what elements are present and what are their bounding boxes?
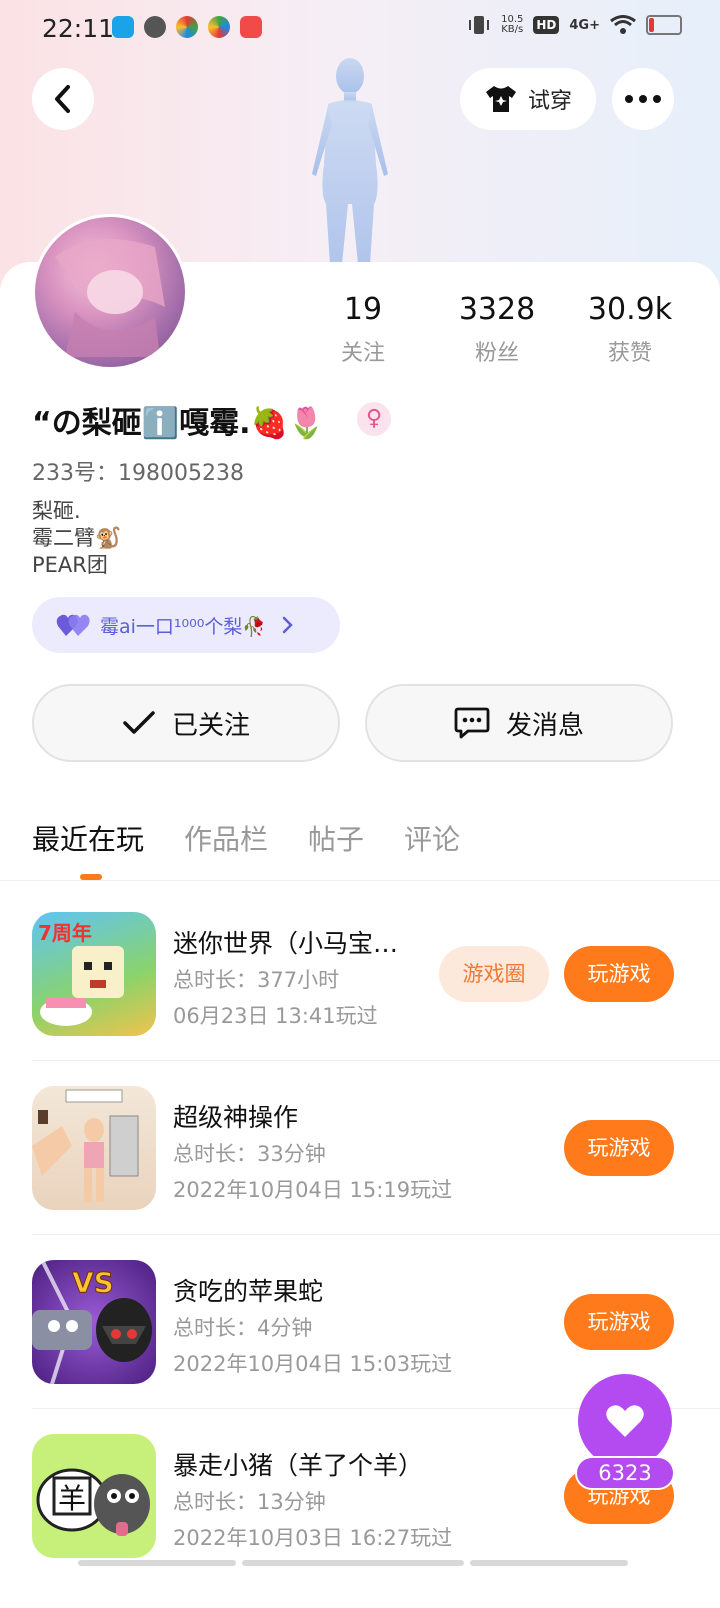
profile-name: “の梨砸ℹ️嘎霉.🍓🌷 (32, 406, 326, 441)
bio-line: 霉二臂🐒 (32, 526, 122, 550)
game-icon-image (32, 1089, 139, 1202)
play-game-button[interactable]: 玩游戏 (564, 1294, 674, 1350)
app-icon (208, 16, 230, 38)
chat-icon (454, 707, 490, 739)
stat-following[interactable]: 19 关注 (303, 292, 423, 367)
game-duration: 总时长：4分钟 (173, 1316, 313, 1340)
qq-icon (112, 16, 134, 38)
chevron-left-icon (55, 85, 70, 113)
game-icon-image: VS (32, 1260, 152, 1384)
game-last-played: 2022年10月03日 16:27玩过 (173, 1526, 453, 1550)
signal-icon: 4G+ (569, 17, 600, 33)
bio-line: PEAR团 (32, 553, 108, 577)
stat-value: 19 (343, 292, 383, 327)
list-item[interactable]: 超级神操作 总时长：33分钟 2022年10月04日 15:19玩过 玩游戏 (32, 1086, 720, 1260)
game-last-played: 06月23日 13:41玩过 (173, 1004, 378, 1028)
game-duration: 总时长：377小时 (173, 968, 340, 992)
try-on-label: 试穿 (527, 89, 572, 114)
tab-comments[interactable]: 评论 (404, 818, 460, 858)
stat-value: 30.9k (587, 292, 673, 327)
wifi-icon (610, 15, 636, 34)
avatar-image (55, 239, 165, 357)
profile-tabs: 最近在玩 作品栏 帖子 评论 (32, 818, 460, 858)
list-item[interactable]: 7周年 迷你世界（小马宝… 总时长：377小时 06月23日 13:41玩过 游… (32, 912, 720, 1086)
game-icon-image: 7周年 (38, 921, 124, 1026)
row-divider (32, 1060, 720, 1061)
tabs-divider (0, 880, 720, 881)
stat-value: 3328 (458, 292, 536, 327)
sheep-char-text: 羊 (58, 1482, 86, 1515)
vibrate-icon (469, 16, 490, 34)
like-button[interactable] (578, 1374, 672, 1468)
send-message-button[interactable]: 发消息 (365, 684, 673, 762)
followed-label: 已关注 (171, 710, 250, 741)
game-icon-super-operation (32, 1086, 156, 1210)
anniversary-text: 7周年 (38, 921, 92, 945)
profile-id: 233号：198005238 (32, 461, 244, 486)
battery-icon (646, 15, 682, 35)
chevron-right-icon (282, 616, 293, 634)
game-circle-button[interactable]: 游戏圈 (439, 946, 549, 1002)
more-icon (625, 95, 661, 103)
like-count: 6323 (575, 1456, 675, 1490)
game-title: 贪吃的苹果蛇 (173, 1277, 324, 1306)
app-icon (144, 16, 166, 38)
game-title: 超级神操作 (173, 1103, 299, 1132)
hd-icon: HD (533, 16, 560, 34)
heart-icon (606, 1405, 644, 1437)
avatar[interactable] (32, 214, 188, 370)
tab-recently-played[interactable]: 最近在玩 (32, 818, 144, 858)
bio-line: 梨砸. (32, 499, 81, 523)
bottom-scroll-indicator (78, 1560, 628, 1566)
game-title: 迷你世界（小马宝… (173, 929, 399, 958)
stat-likes[interactable]: 30.9k 获赞 (570, 292, 690, 367)
double-heart-icon (56, 614, 90, 636)
cp-tag-pill[interactable]: 霉ai一口¹⁰⁰⁰个梨🥀 (32, 597, 340, 653)
followed-button[interactable]: 已关注 (32, 684, 340, 762)
game-icon-image: 羊 (36, 1468, 150, 1536)
profile-bio: 梨砸. 霉二臂🐒 PEAR团 (32, 498, 121, 579)
try-on-button[interactable]: 试穿 (460, 68, 596, 130)
tab-posts[interactable]: 帖子 (308, 818, 364, 858)
tshirt-icon (485, 86, 516, 112)
more-button[interactable] (612, 68, 674, 130)
game-last-played: 2022年10月04日 15:03玩过 (173, 1352, 453, 1376)
cp-tag-label: 霉ai一口¹⁰⁰⁰个梨🥀 (100, 615, 267, 638)
status-bar: 22:11 10.5 KB/s HD 4G+ (0, 0, 720, 56)
status-time: 22:11 (42, 14, 115, 43)
net-speed-unit: KB/s (501, 24, 524, 35)
checkmark-icon (123, 711, 155, 734)
female-icon: ♀ (357, 402, 391, 436)
game-last-played: 2022年10月04日 15:19玩过 (173, 1178, 453, 1202)
stat-label: 关注 (340, 341, 385, 366)
game-icon-mini-world: 7周年 (32, 912, 156, 1036)
game-icon-apple-snake: VS (32, 1260, 156, 1384)
app-icon (240, 16, 262, 38)
game-duration: 总时长：33分钟 (173, 1142, 326, 1166)
game-icon-rampage-pig: 羊 (32, 1434, 156, 1558)
play-game-button[interactable]: 玩游戏 (564, 946, 674, 1002)
send-message-label: 发消息 (505, 710, 584, 741)
stat-followers[interactable]: 3328 粉丝 (437, 292, 557, 367)
vs-text: VS (72, 1266, 114, 1299)
row-divider (32, 1234, 720, 1235)
game-title: 暴走小猪（羊了个羊） (173, 1451, 424, 1480)
tab-works[interactable]: 作品栏 (184, 818, 268, 858)
app-icon (176, 16, 198, 38)
play-game-button[interactable]: 玩游戏 (564, 1120, 674, 1176)
avatar-model-figure (312, 58, 388, 264)
notification-icons (112, 16, 262, 38)
game-duration: 总时长：13分钟 (173, 1490, 326, 1514)
network-speed: 10.5 KB/s (501, 15, 523, 35)
stat-label: 获赞 (607, 341, 652, 366)
back-button[interactable] (32, 68, 94, 130)
status-right: 10.5 KB/s HD 4G+ (467, 14, 682, 36)
stat-label: 粉丝 (474, 341, 519, 366)
